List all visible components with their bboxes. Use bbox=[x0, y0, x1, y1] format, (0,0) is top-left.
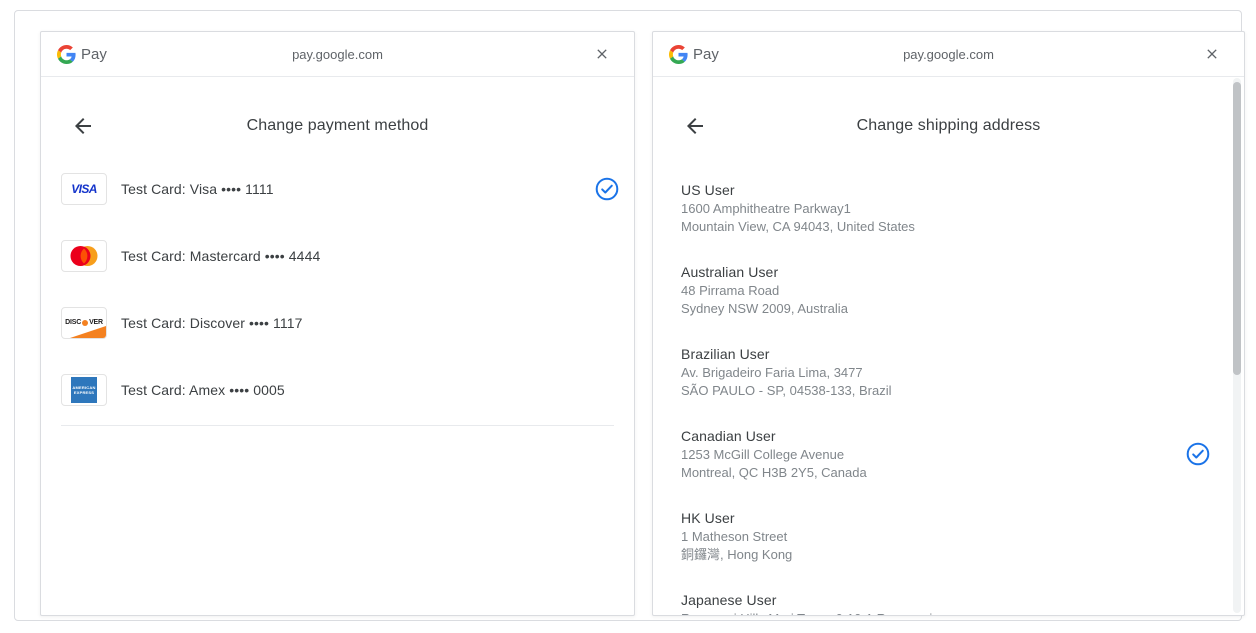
payment-method-label: Test Card: Mastercard •••• 4444 bbox=[121, 248, 619, 264]
panel-header: Pay pay.google.com bbox=[653, 32, 1244, 77]
page-title: Change payment method bbox=[247, 117, 429, 135]
payment-row-discover[interactable]: DISCVER Test Card: Discover •••• 1117 bbox=[41, 289, 634, 356]
close-icon[interactable] bbox=[1200, 42, 1224, 66]
address-line1: Roppongi Hills Mori Tower 6-10-1 Roppong… bbox=[681, 610, 932, 616]
scrollbar-thumb[interactable] bbox=[1233, 82, 1241, 375]
google-g-icon bbox=[669, 45, 688, 64]
mastercard-logo-icon bbox=[61, 240, 107, 272]
shipping-address-panel: Pay pay.google.com Change shipping addre… bbox=[652, 31, 1245, 616]
address-line1: 1253 McGill College Avenue bbox=[681, 446, 867, 464]
origin-domain: pay.google.com bbox=[653, 47, 1244, 62]
panel-title-row: Change payment method bbox=[41, 97, 634, 155]
gpay-logo-text: Pay bbox=[693, 46, 719, 63]
address-row-canadian[interactable]: Canadian User 1253 McGill College Avenue… bbox=[681, 426, 1210, 482]
address-row-japanese[interactable]: Japanese User Roppongi Hills Mori Tower … bbox=[681, 590, 1210, 616]
gpay-logo: Pay bbox=[669, 45, 719, 64]
gpay-logo: Pay bbox=[57, 45, 107, 64]
back-arrow-icon[interactable] bbox=[683, 114, 707, 138]
address-line2: Sydney NSW 2009, Australia bbox=[681, 300, 848, 318]
payment-row-visa[interactable]: VISA Test Card: Visa •••• 1111 bbox=[41, 155, 634, 222]
address-name: Australian User bbox=[681, 262, 848, 282]
close-icon[interactable] bbox=[590, 42, 614, 66]
gpay-logo-text: Pay bbox=[81, 46, 107, 63]
address-line1: 1 Matheson Street bbox=[681, 528, 792, 546]
gpay-popup-container: Pay pay.google.com Change payment method… bbox=[14, 10, 1242, 621]
payment-method-panel: Pay pay.google.com Change payment method… bbox=[40, 31, 635, 616]
payment-row-amex[interactable]: AMERICANEXPRESS Test Card: Amex •••• 000… bbox=[41, 356, 634, 423]
address-row-australian[interactable]: Australian User 48 Pirrama Road Sydney N… bbox=[681, 262, 1210, 318]
address-name: Brazilian User bbox=[681, 344, 892, 364]
address-line1: 48 Pirrama Road bbox=[681, 282, 848, 300]
address-line2: Montreal, QC H3B 2Y5, Canada bbox=[681, 464, 867, 482]
panel-title-row: Change shipping address bbox=[653, 97, 1244, 155]
discover-swoosh bbox=[70, 326, 106, 338]
amex-logo-icon: AMERICANEXPRESS bbox=[61, 374, 107, 406]
discover-o-dot bbox=[82, 320, 88, 326]
address-row-hk[interactable]: HK User 1 Matheson Street 銅鑼灣, Hong Kong bbox=[681, 508, 1210, 564]
scrollbar-track[interactable] bbox=[1233, 78, 1241, 613]
address-line1: Av. Brigadeiro Faria Lima, 3477 bbox=[681, 364, 892, 382]
payment-method-list: VISA Test Card: Visa •••• 1111 Test Card… bbox=[41, 155, 634, 426]
payment-row-mastercard[interactable]: Test Card: Mastercard •••• 4444 bbox=[41, 222, 634, 289]
address-name: HK User bbox=[681, 508, 792, 528]
selected-check-icon bbox=[595, 177, 619, 201]
address-row-brazilian[interactable]: Brazilian User Av. Brigadeiro Faria Lima… bbox=[681, 344, 1210, 400]
visa-logo-icon: VISA bbox=[61, 173, 107, 205]
panel-header: Pay pay.google.com bbox=[41, 32, 634, 77]
selected-check-icon bbox=[1186, 442, 1210, 466]
address-line2: SÃO PAULO - SP, 04538-133, Brazil bbox=[681, 382, 892, 400]
address-name: Japanese User bbox=[681, 590, 932, 610]
payment-method-label: Test Card: Visa •••• 1111 bbox=[121, 181, 595, 197]
discover-logo-icon: DISCVER bbox=[61, 307, 107, 339]
address-line2: 銅鑼灣, Hong Kong bbox=[681, 546, 792, 564]
back-arrow-icon[interactable] bbox=[71, 114, 95, 138]
address-line1: 1600 Amphitheatre Parkway1 bbox=[681, 200, 915, 218]
payment-method-label: Test Card: Discover •••• 1117 bbox=[121, 315, 619, 331]
address-name: US User bbox=[681, 180, 915, 200]
origin-domain: pay.google.com bbox=[41, 47, 634, 62]
payment-method-label: Test Card: Amex •••• 0005 bbox=[121, 382, 619, 398]
page-title: Change shipping address bbox=[857, 117, 1041, 135]
address-list: US User 1600 Amphitheatre Parkway1 Mount… bbox=[653, 180, 1244, 616]
address-row-us[interactable]: US User 1600 Amphitheatre Parkway1 Mount… bbox=[681, 180, 1210, 236]
list-divider bbox=[61, 425, 614, 426]
google-g-icon bbox=[57, 45, 76, 64]
address-line2: Mountain View, CA 94043, United States bbox=[681, 218, 915, 236]
address-name: Canadian User bbox=[681, 426, 867, 446]
